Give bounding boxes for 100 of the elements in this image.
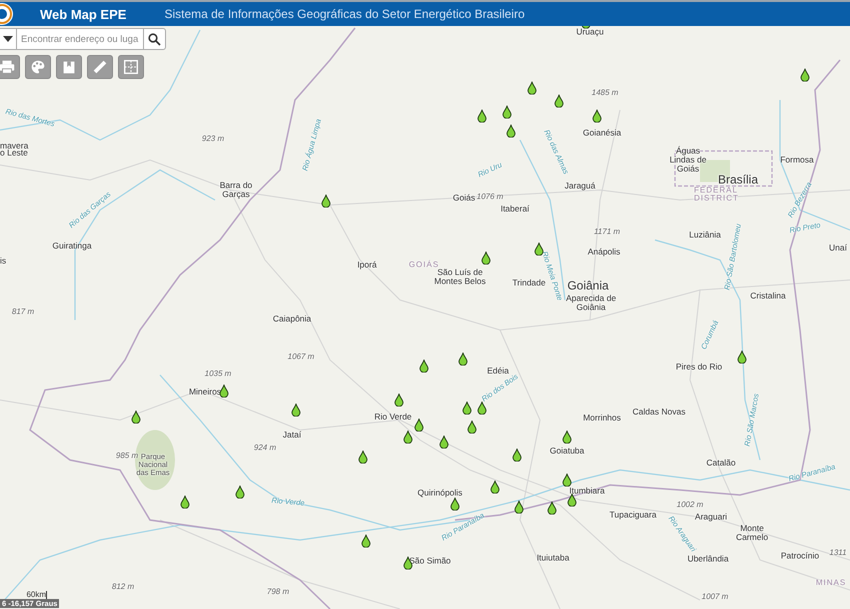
place-label: Edéia xyxy=(487,366,509,376)
place-label: Jataí xyxy=(282,430,302,440)
search-button[interactable] xyxy=(144,28,166,50)
elevation-label: 798 m xyxy=(266,588,290,596)
drop-marker-icon[interactable] xyxy=(554,94,564,108)
app-title: Web Map EPE xyxy=(40,6,126,22)
drop-marker-icon[interactable] xyxy=(132,410,140,424)
search-icon xyxy=(148,32,161,46)
drop-marker-icon[interactable] xyxy=(404,430,412,444)
place-label: Quirinópolis xyxy=(418,488,462,498)
place-label: Caldas Novas xyxy=(632,408,686,416)
drop-marker-icon[interactable] xyxy=(482,252,490,264)
place-label: Jaraguá xyxy=(564,182,596,190)
city-label: Goiânia xyxy=(567,280,609,292)
drop-marker-icon[interactable] xyxy=(592,110,602,122)
city-label: Brasília xyxy=(718,174,758,186)
place-label: Rio Verde xyxy=(374,412,412,422)
region-label: GOIÁS xyxy=(408,260,440,269)
tool-button[interactable] xyxy=(87,55,113,79)
drop-marker-icon[interactable] xyxy=(478,402,486,414)
elevation-label: 1067 m xyxy=(288,352,314,362)
drop-marker-icon[interactable] xyxy=(502,106,512,118)
drop-marker-icon[interactable] xyxy=(468,420,476,434)
drop-marker-icon[interactable] xyxy=(394,394,404,406)
drop-marker-icon[interactable] xyxy=(180,496,190,508)
place-label: mavera xyxy=(0,142,28,150)
drop-marker-icon[interactable] xyxy=(528,82,536,94)
palette-icon xyxy=(29,58,47,76)
elevation-label: 1002 m xyxy=(676,500,704,510)
place-label: Goianésia xyxy=(582,128,622,138)
place-label: Itumbiara xyxy=(569,486,605,496)
drop-marker-icon[interactable] xyxy=(512,448,522,462)
place-label: Itaberaí xyxy=(500,204,530,214)
drop-marker-icon[interactable] xyxy=(490,480,500,494)
drop-marker-icon[interactable] xyxy=(562,430,572,444)
tool-button[interactable] xyxy=(25,55,51,79)
grid-icon xyxy=(122,58,140,76)
place-label: Uberlândia xyxy=(687,554,729,564)
elevation-label: 1171 m xyxy=(594,228,620,236)
place-label: Pires do Rio xyxy=(676,362,722,372)
drop-marker-icon[interactable] xyxy=(414,418,424,432)
place-label: Catalão xyxy=(706,458,736,468)
place-label: o Leste xyxy=(0,148,28,158)
drop-marker-icon[interactable] xyxy=(220,384,228,398)
drop-marker-icon[interactable] xyxy=(362,534,370,548)
region-label: FEDERAL DISTRICT xyxy=(694,186,738,204)
drop-marker-icon[interactable] xyxy=(738,350,746,364)
drop-marker-icon[interactable] xyxy=(458,352,468,366)
place-label: Araguari xyxy=(694,512,728,522)
place-label: Águas Lindas de Goiás xyxy=(668,146,708,174)
elevation-label: 812 m xyxy=(112,582,134,592)
search-field[interactable]: Encontrar endereço ou luga xyxy=(16,28,144,50)
elevation-label: 923 m xyxy=(202,134,224,144)
place-label: Formosa xyxy=(780,156,814,164)
place-label: Anápolis xyxy=(588,248,620,256)
place-label: Tupaciguara xyxy=(610,510,656,520)
drop-marker-icon[interactable] xyxy=(800,68,810,82)
drop-marker-icon[interactable] xyxy=(440,436,448,448)
place-label: Iporá xyxy=(357,260,377,270)
place-label: São Simão xyxy=(409,556,451,566)
place-label: Luziânia xyxy=(689,230,721,240)
ruler-icon xyxy=(91,58,109,76)
place-label: Unaí xyxy=(829,244,847,252)
drop-marker-icon[interactable] xyxy=(506,124,516,138)
place-label: Monte Carmelo xyxy=(734,524,770,542)
dropdown-button[interactable] xyxy=(0,28,16,50)
drop-marker-icon[interactable] xyxy=(236,486,244,498)
place-label: Ituiutaba xyxy=(536,554,570,562)
elevation-label: 1311 xyxy=(829,548,847,558)
drop-marker-icon[interactable] xyxy=(358,450,368,464)
drop-marker-icon[interactable] xyxy=(450,498,460,510)
place-label: Patrocínio xyxy=(780,552,820,560)
place-label: Uruaçu xyxy=(576,28,604,36)
tool-button[interactable] xyxy=(118,55,144,79)
place-label: Cristalina xyxy=(750,292,786,300)
tool-button[interactable] xyxy=(0,55,20,79)
place-label: Guiratinga xyxy=(52,242,92,250)
elevation-label: 1485 m xyxy=(592,88,618,98)
drop-marker-icon[interactable] xyxy=(322,194,330,208)
place-label: Mineiros xyxy=(188,388,222,396)
drop-marker-icon[interactable] xyxy=(534,242,544,256)
place-label: Trindade xyxy=(512,278,546,288)
caret-icon xyxy=(2,36,12,42)
drop-marker-icon[interactable] xyxy=(420,360,428,372)
drop-marker-icon[interactable] xyxy=(568,494,576,506)
drop-marker-icon[interactable] xyxy=(548,502,556,514)
place-label: is xyxy=(0,256,6,266)
drop-marker-icon[interactable] xyxy=(478,110,486,122)
region-label: MINAS xyxy=(816,578,846,588)
drop-marker-icon[interactable] xyxy=(462,402,472,414)
tool-button[interactable] xyxy=(56,55,82,79)
elevation-label: 817 m xyxy=(12,308,34,316)
place-label: Goiatuba xyxy=(550,446,584,456)
app-subtitle: Sistema de Informações Geográficas do Setor Energético Brasileiro xyxy=(164,7,525,21)
place-label: Aparecida de Goiânia xyxy=(564,294,618,312)
drop-marker-icon[interactable] xyxy=(514,500,524,514)
drop-marker-icon[interactable] xyxy=(292,404,300,416)
drop-marker-icon[interactable] xyxy=(562,474,572,486)
place-label: Goiás xyxy=(452,194,476,202)
elevation-label: 985 m xyxy=(116,452,138,460)
